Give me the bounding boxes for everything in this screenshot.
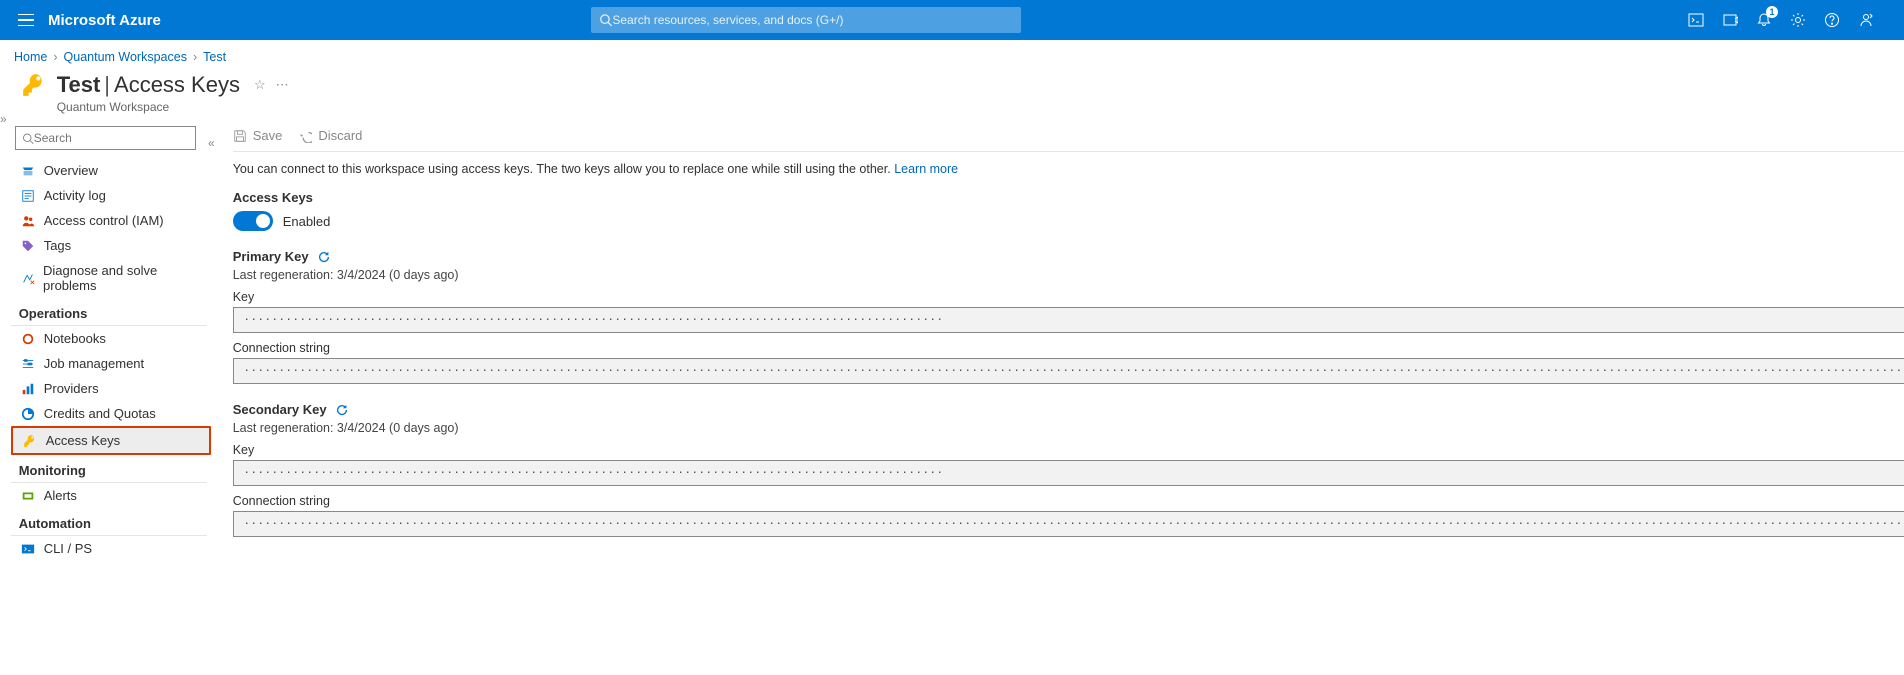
collapse-menu-icon[interactable]: « <box>208 136 215 150</box>
quota-icon <box>21 406 36 421</box>
regenerate-primary-icon[interactable] <box>317 250 331 264</box>
overview-icon <box>21 163 36 178</box>
nav-section-automation: Automation <box>11 508 207 536</box>
tag-icon <box>21 238 36 253</box>
content-pane: Save Discard You can connect to this wor… <box>215 122 1904 561</box>
diagnose-icon <box>21 271 35 286</box>
page-title: Test|Access Keys <box>57 72 240 98</box>
primary-regen-time: Last regeneration: 3/4/2024 (0 days ago) <box>233 268 1904 282</box>
primary-key-label: Key <box>233 290 1904 304</box>
nav-tags[interactable]: Tags <box>11 233 215 258</box>
notification-badge: 1 <box>1766 6 1778 18</box>
nav-providers[interactable]: Providers <box>11 376 215 401</box>
access-keys-label: Access Keys <box>233 190 1904 205</box>
command-bar: Save Discard <box>233 122 1904 152</box>
primary-key-section: Primary Key Last regeneration: 3/4/2024 … <box>233 249 1904 384</box>
key-icon <box>21 72 47 98</box>
expand-blade-icon[interactable]: » <box>0 68 7 561</box>
breadcrumb-item[interactable]: Test <box>203 50 226 64</box>
providers-icon <box>21 381 36 396</box>
primary-conn-field[interactable]: ········································… <box>233 358 1904 384</box>
menu-search[interactable] <box>15 126 196 150</box>
alerts-icon <box>21 488 36 503</box>
cloud-shell-icon[interactable] <box>1688 12 1704 28</box>
settings-icon[interactable] <box>1790 12 1806 28</box>
top-bar: Microsoft Azure 1 <box>0 0 1904 40</box>
resource-menu: « Overview Activity log Access control (… <box>7 122 215 561</box>
page-subtitle: Quantum Workspace <box>43 100 1904 122</box>
menu-icon[interactable] <box>10 10 30 30</box>
breadcrumb: Home › Quantum Workspaces › Test <box>0 40 1904 68</box>
regenerate-secondary-icon[interactable] <box>335 403 349 417</box>
save-icon <box>233 129 247 143</box>
nav-alerts[interactable]: Alerts <box>11 483 215 508</box>
toggle-state-label: Enabled <box>283 214 331 229</box>
global-search[interactable] <box>591 7 1021 33</box>
primary-conn-label: Connection string <box>233 341 1904 355</box>
notebook-icon <box>21 331 36 346</box>
nav-job-management[interactable]: Job management <box>11 351 215 376</box>
nav-access-control[interactable]: Access control (IAM) <box>11 208 215 233</box>
secondary-key-field[interactable]: ········································… <box>233 460 1904 486</box>
nav-section-operations: Operations <box>11 298 207 326</box>
search-icon <box>22 132 34 145</box>
nav-diagnose[interactable]: Diagnose and solve problems <box>11 258 215 298</box>
nav-section-monitoring: Monitoring <box>11 455 207 483</box>
help-icon[interactable] <box>1824 12 1840 28</box>
more-icon[interactable]: ⋯ <box>276 77 290 93</box>
description: You can connect to this workspace using … <box>233 162 1904 176</box>
secondary-key-section: Secondary Key Last regeneration: 3/4/202… <box>233 402 1904 537</box>
nav-activity-log[interactable]: Activity log <box>11 183 215 208</box>
breadcrumb-item[interactable]: Home <box>14 50 47 64</box>
nav-cli-ps[interactable]: CLI / PS <box>11 536 215 561</box>
nav-credits-quotas[interactable]: Credits and Quotas <box>11 401 215 426</box>
page-title-row: Test|Access Keys ☆ ⋯ ✕ <box>7 68 1904 102</box>
jobs-icon <box>21 356 36 371</box>
nav-access-keys[interactable]: Access Keys <box>13 428 209 453</box>
access-keys-toggle[interactable] <box>233 211 273 231</box>
secondary-conn-label: Connection string <box>233 494 1904 508</box>
people-icon <box>21 213 36 228</box>
feedback-icon[interactable] <box>1858 12 1874 28</box>
undo-icon <box>298 129 312 143</box>
log-icon <box>21 188 36 203</box>
notifications-icon[interactable]: 1 <box>1756 12 1772 28</box>
secondary-regen-time: Last regeneration: 3/4/2024 (0 days ago) <box>233 421 1904 435</box>
brand-label: Microsoft Azure <box>48 12 161 29</box>
secondary-key-label: Key <box>233 443 1904 457</box>
key-icon <box>23 433 38 448</box>
nav-notebooks[interactable]: Notebooks <box>11 326 215 351</box>
directory-filter-icon[interactable] <box>1722 12 1738 28</box>
favorite-icon[interactable]: ☆ <box>254 77 266 93</box>
learn-more-link[interactable]: Learn more <box>894 162 958 176</box>
nav-overview[interactable]: Overview <box>11 158 215 183</box>
search-icon <box>599 13 613 27</box>
menu-search-input[interactable] <box>34 131 189 145</box>
cli-icon <box>21 541 36 556</box>
primary-key-field[interactable]: ········································… <box>233 307 1904 333</box>
save-button[interactable]: Save <box>233 128 283 143</box>
breadcrumb-item[interactable]: Quantum Workspaces <box>64 50 187 64</box>
global-search-input[interactable] <box>612 13 1012 27</box>
discard-button[interactable]: Discard <box>298 128 362 143</box>
secondary-conn-field[interactable]: ········································… <box>233 511 1904 537</box>
topbar-icons: 1 <box>1688 12 1894 28</box>
